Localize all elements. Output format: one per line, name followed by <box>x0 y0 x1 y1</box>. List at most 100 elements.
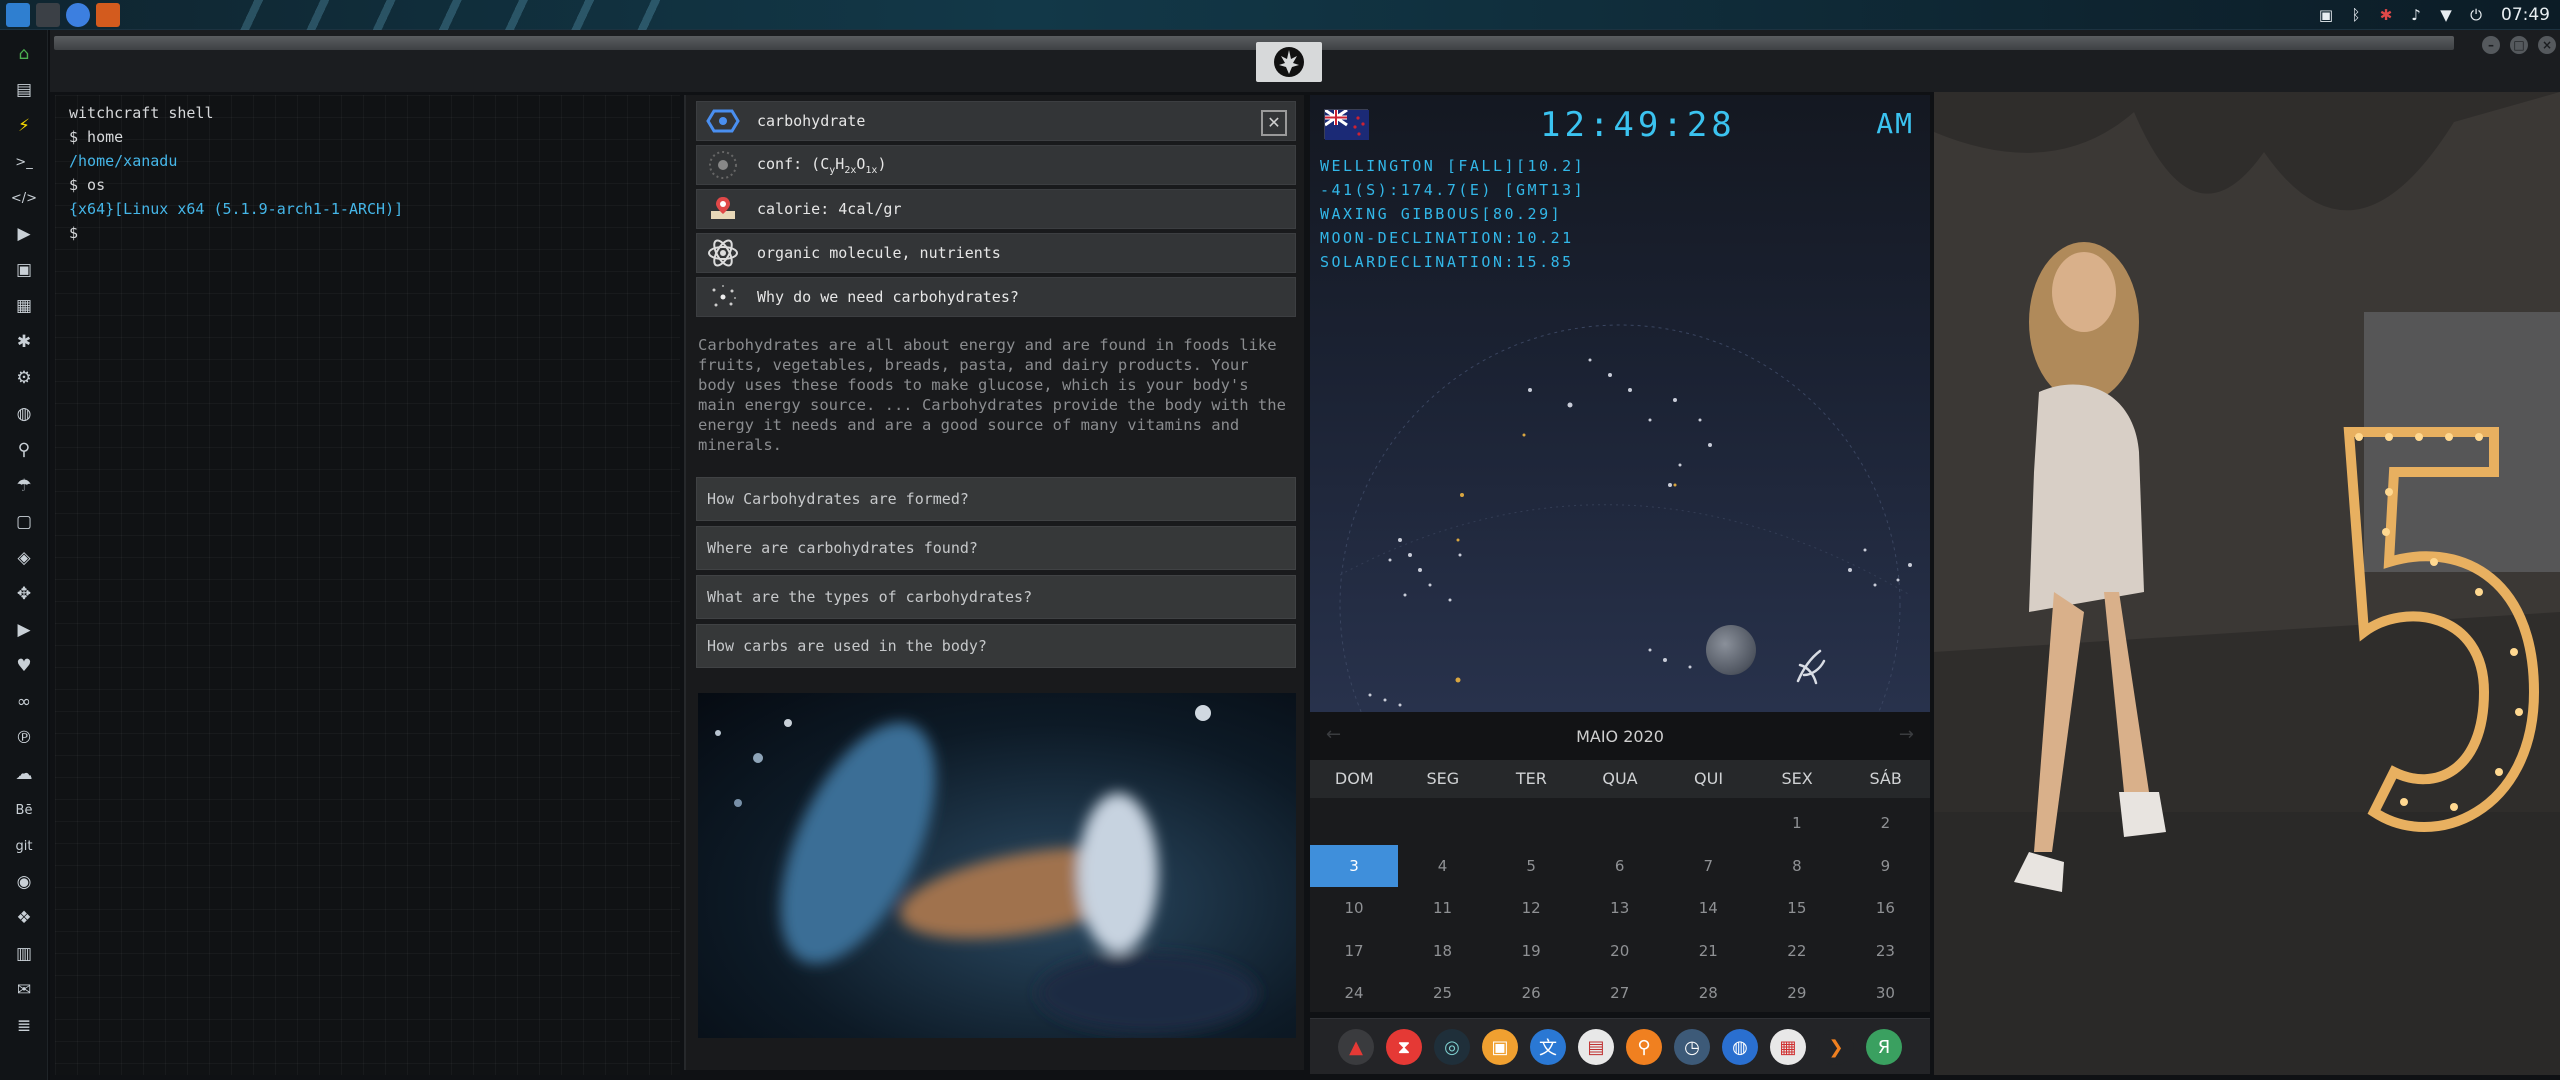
network-icon[interactable]: ◈ <box>10 544 38 572</box>
calendar-day[interactable]: 27 <box>1576 972 1664 1014</box>
question-button[interactable]: How Carbohydrates are formed? <box>696 477 1296 521</box>
volume-icon[interactable]: ♪ <box>2407 6 2425 24</box>
github-icon[interactable]: ◉ <box>10 868 38 896</box>
search-icon[interactable]: ⚲ <box>10 436 38 464</box>
calendar-day[interactable]: 12 <box>1487 887 1575 929</box>
close-panel-button[interactable]: ✕ <box>1261 110 1287 136</box>
app-notes-icon[interactable]: ▤ <box>1578 1029 1614 1065</box>
calendar-day[interactable]: 15 <box>1753 887 1841 929</box>
app-search-icon[interactable]: ⚲ <box>1626 1029 1662 1065</box>
map-icon[interactable]: ▥ <box>10 940 38 968</box>
calendar-day[interactable]: 7 <box>1664 845 1752 887</box>
image-tray-icon[interactable]: ▣ <box>2317 6 2335 24</box>
calendar-day[interactable]: 20 <box>1576 930 1664 972</box>
app-browser-icon[interactable]: ◍ <box>1722 1029 1758 1065</box>
expand-icon[interactable]: ✥ <box>10 580 38 608</box>
titlebar-bar[interactable] <box>54 36 2454 50</box>
app-image-viewer-icon[interactable]: ▣ <box>1482 1029 1518 1065</box>
calendar-day[interactable]: 25 <box>1399 972 1487 1014</box>
calendar-day[interactable]: 6 <box>1576 845 1664 887</box>
calendar-day[interactable]: 8 <box>1753 845 1841 887</box>
calendar-day[interactable]: 23 <box>1841 930 1929 972</box>
maximize-button[interactable]: □ <box>2510 36 2528 54</box>
calendar-day[interactable]: 10 <box>1310 887 1398 929</box>
calendar-day-today[interactable]: 3 <box>1310 844 1398 887</box>
calendar-prev-button[interactable]: ← <box>1326 724 1341 745</box>
calendar-day[interactable]: 4 <box>1399 845 1487 887</box>
news-icon[interactable]: ▦ <box>10 292 38 320</box>
video-player[interactable] <box>698 693 1296 1038</box>
window-titlebar[interactable]: – □ × <box>50 30 2560 92</box>
calendar-day[interactable]: 21 <box>1664 930 1752 972</box>
umbrella-icon[interactable]: ☂ <box>10 472 38 500</box>
aperture-icon[interactable]: ✱ <box>10 328 38 356</box>
info-row-calorie[interactable]: calorie: 4cal/gr <box>696 189 1296 229</box>
image-icon[interactable]: ▣ <box>10 256 38 284</box>
app-globe-dark-icon[interactable]: ◎ <box>1434 1029 1470 1065</box>
terminal[interactable]: witchcraft shell $ home/home/xanadu $ os {x… <box>55 95 680 1075</box>
calendar-day[interactable]: 29 <box>1753 972 1841 1014</box>
youtube-icon[interactable]: ▶ <box>10 616 38 644</box>
lightning-icon[interactable]: ⚡ <box>10 112 38 140</box>
app-translate-icon[interactable]: 文 <box>1530 1029 1566 1065</box>
question-button[interactable]: What are the types of carbohydrates? <box>696 575 1296 619</box>
wifi-icon[interactable]: ▼ <box>2437 6 2455 24</box>
info-row-topic[interactable]: carbohydrate ✕ <box>696 101 1296 141</box>
pinterest-icon[interactable]: ℗ <box>10 724 38 752</box>
calendar-day[interactable]: 5 <box>1487 845 1575 887</box>
calendar-day[interactable]: 28 <box>1664 972 1752 1014</box>
calendar-next-button[interactable]: → <box>1899 724 1914 745</box>
calendar-day[interactable]: 22 <box>1753 930 1841 972</box>
mail-icon[interactable]: ✉ <box>10 976 38 1004</box>
server-icon[interactable]: ≣ <box>10 1012 38 1040</box>
minimize-button[interactable]: – <box>2482 36 2500 54</box>
calendar-day[interactable]: 19 <box>1487 930 1575 972</box>
power-icon[interactable]: ⏻ <box>2467 6 2485 24</box>
panel-clock[interactable]: 07:49 <box>2501 5 2550 25</box>
calendar-day[interactable]: 17 <box>1310 930 1398 972</box>
git-icon[interactable]: git <box>10 832 38 860</box>
info-row-formula[interactable]: conf: (CyH2xO1x) <box>696 145 1296 185</box>
calendar-day[interactable]: 1 <box>1753 802 1841 844</box>
globe-icon[interactable]: ◍ <box>10 400 38 428</box>
cubes-icon[interactable]: ❖ <box>10 904 38 932</box>
settings-icon[interactable]: ⚙ <box>10 364 38 392</box>
info-row-type[interactable]: organic molecule, nutrients <box>696 233 1296 273</box>
code-icon[interactable]: </> <box>10 184 38 212</box>
app-launcher-icon[interactable] <box>36 3 60 27</box>
app-red-triangle-icon[interactable]: ▲ <box>1338 1029 1374 1065</box>
app-clock-icon[interactable]: ◷ <box>1674 1029 1710 1065</box>
behance-icon[interactable]: Bē <box>10 796 38 824</box>
question-button[interactable]: Where are carbohydrates found? <box>696 526 1296 570</box>
terminal-icon[interactable]: >_ <box>10 148 38 176</box>
calendar-day[interactable]: 9 <box>1841 845 1929 887</box>
file-manager-launcher-icon[interactable] <box>6 3 30 27</box>
app-arrow-icon[interactable]: ❯ <box>1818 1029 1854 1065</box>
sublime-launcher-icon[interactable] <box>96 3 120 27</box>
calendar-day[interactable]: 16 <box>1841 887 1929 929</box>
play-icon[interactable]: ▶ <box>10 220 38 248</box>
bug-icon[interactable]: ✱ <box>2377 6 2395 24</box>
rebel-alliance-logo[interactable] <box>1256 42 1322 82</box>
calendar-day[interactable]: 24 <box>1310 972 1398 1014</box>
cloud-icon[interactable]: ☁ <box>10 760 38 788</box>
home-icon[interactable]: ⌂ <box>10 40 38 68</box>
calendar-day[interactable]: 26 <box>1487 972 1575 1014</box>
contact-icon[interactable]: ▢ <box>10 508 38 536</box>
app-calendar-icon[interactable]: ▦ <box>1770 1029 1806 1065</box>
heart-icon[interactable]: ♥ <box>10 652 38 680</box>
info-row-question[interactable]: Why do we need carbohydrates? <box>696 277 1296 317</box>
cloud-link-icon[interactable]: ∞ <box>10 688 38 716</box>
chromium-launcher-icon[interactable] <box>66 3 90 27</box>
question-button[interactable]: How carbs are used in the body? <box>696 624 1296 668</box>
bluetooth-icon[interactable]: ᛒ <box>2347 6 2365 24</box>
calendar-day[interactable]: 11 <box>1399 887 1487 929</box>
close-window-button[interactable]: × <box>2538 36 2556 54</box>
calendar-day[interactable]: 14 <box>1664 887 1752 929</box>
app-hourglass-icon[interactable]: ⧗ <box>1386 1029 1422 1065</box>
calendar-day[interactable]: 2 <box>1841 802 1929 844</box>
calendar-day[interactable]: 30 <box>1841 972 1929 1014</box>
document-icon[interactable]: ▤ <box>10 76 38 104</box>
calendar-day[interactable]: 18 <box>1399 930 1487 972</box>
app-yandex-icon[interactable]: Я <box>1866 1029 1902 1065</box>
